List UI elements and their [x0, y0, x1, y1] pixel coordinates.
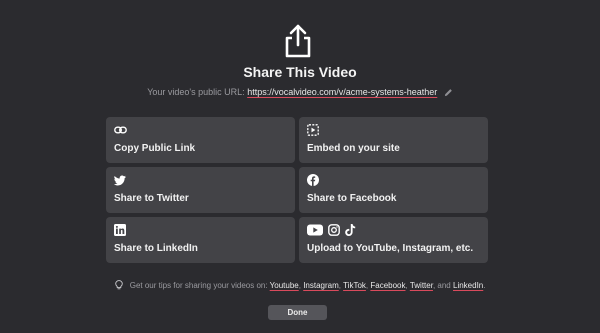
tips-link-linkedin[interactable]: LinkedIn [453, 281, 483, 290]
copy-public-link-label: Copy Public Link [114, 143, 196, 154]
tips-period: . [483, 281, 486, 290]
tips-link-youtube[interactable]: Youtube [270, 281, 299, 290]
upload-social-label: Upload to YouTube, Instagram, etc. [307, 243, 474, 254]
share-linkedin-card[interactable]: Share to LinkedIn [106, 217, 295, 263]
lightbulb-icon [114, 280, 123, 290]
tips-link-tiktok[interactable]: TikTok [343, 281, 366, 290]
share-upload-icon [285, 24, 311, 58]
sharing-tips: Get our tips for sharing your videos on:… [0, 280, 600, 290]
share-facebook-card[interactable]: Share to Facebook [299, 167, 488, 213]
linkedin-icon [114, 224, 126, 236]
link-icon [114, 126, 127, 134]
upload-social-card[interactable]: Upload to YouTube, Instagram, etc. [299, 217, 488, 263]
share-twitter-label: Share to Twitter [114, 193, 189, 204]
embed-icon [307, 124, 319, 136]
edit-pencil-icon[interactable] [444, 88, 453, 97]
public-url-label: Your video's public URL: [147, 87, 245, 97]
embed-label: Embed on your site [307, 143, 400, 154]
youtube-icon [307, 224, 323, 236]
done-button[interactable]: Done [268, 305, 327, 320]
tips-link-facebook[interactable]: Facebook [370, 281, 405, 290]
tips-link-instagram[interactable]: Instagram [303, 281, 339, 290]
share-facebook-label: Share to Facebook [307, 193, 397, 204]
embed-card[interactable]: Embed on your site [299, 117, 488, 163]
modal-title: Share This Video [243, 64, 357, 80]
share-twitter-card[interactable]: Share to Twitter [106, 167, 295, 213]
public-url-row: Your video's public URL: https://vocalvi… [0, 87, 600, 97]
facebook-icon [307, 174, 319, 186]
tips-and: and [437, 281, 451, 290]
share-linkedin-label: Share to LinkedIn [114, 243, 198, 254]
tips-link-twitter[interactable]: Twitter [410, 281, 433, 290]
tips-prefix: Get our tips for sharing your videos on: [129, 281, 268, 290]
tiktok-icon [345, 224, 356, 236]
public-url-link[interactable]: https://vocalvideo.com/v/acme-systems-he… [247, 87, 437, 97]
copy-public-link-card[interactable]: Copy Public Link [106, 117, 295, 163]
instagram-icon [328, 224, 340, 236]
twitter-icon [114, 175, 126, 185]
